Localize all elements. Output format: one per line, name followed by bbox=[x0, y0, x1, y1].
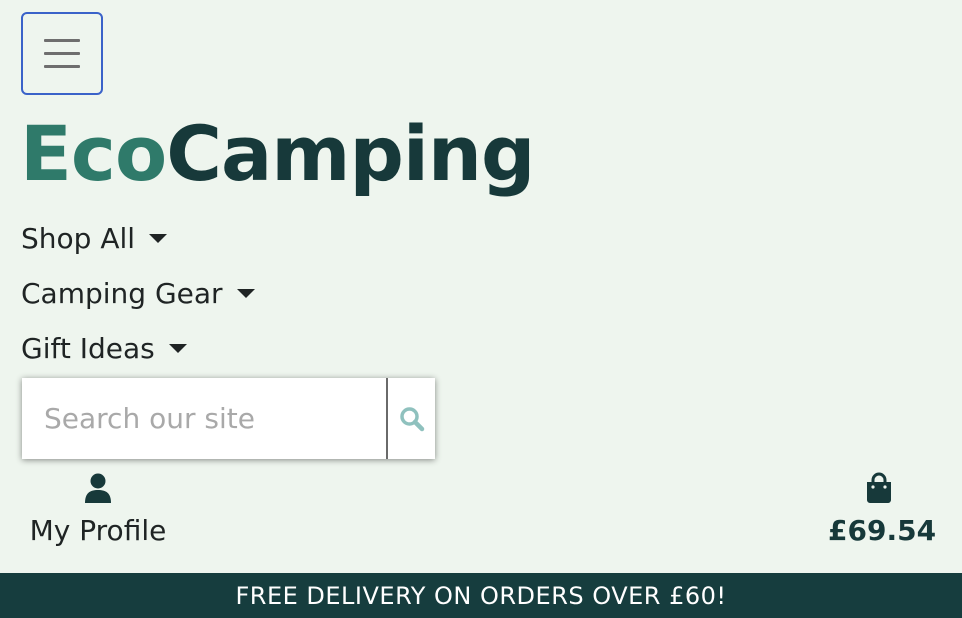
nav-item-shop-all[interactable]: Shop All bbox=[21, 222, 168, 255]
delivery-banner: FREE DELIVERY ON ORDERS OVER £60! bbox=[0, 573, 962, 618]
bag-total-amount: £69.54 bbox=[828, 514, 937, 547]
hamburger-icon-line bbox=[44, 52, 80, 55]
caret-down-icon bbox=[149, 234, 168, 243]
search-icon bbox=[399, 406, 424, 431]
nav-item-label: Camping Gear bbox=[21, 277, 223, 310]
nav-item-gift-ideas[interactable]: Gift Ideas bbox=[21, 332, 187, 365]
user-icon bbox=[85, 473, 111, 503]
navbar-toggler-button[interactable] bbox=[21, 12, 103, 95]
nav-item-label: Shop All bbox=[21, 222, 136, 255]
hamburger-icon-line bbox=[44, 39, 80, 42]
shopping-bag-icon bbox=[867, 472, 891, 503]
brand-logo-camping: Camping bbox=[166, 109, 535, 198]
caret-down-icon bbox=[168, 344, 187, 353]
search-form bbox=[22, 378, 435, 459]
caret-down-icon bbox=[236, 289, 255, 298]
hamburger-icon-line bbox=[44, 65, 80, 68]
shopping-bag-link[interactable]: £69.54 bbox=[828, 472, 937, 547]
search-button[interactable] bbox=[386, 378, 435, 459]
my-profile-label: My Profile bbox=[29, 514, 167, 547]
my-profile-link[interactable]: My Profile bbox=[27, 472, 169, 547]
brand-logo-link[interactable]: EcoCamping bbox=[20, 104, 535, 204]
delivery-banner-text: FREE DELIVERY ON ORDERS OVER £60! bbox=[235, 581, 727, 610]
search-input[interactable] bbox=[22, 378, 386, 459]
nav-item-camping-gear[interactable]: Camping Gear bbox=[21, 277, 255, 310]
brand-logo-eco: Eco bbox=[20, 109, 167, 198]
nav-item-label: Gift Ideas bbox=[21, 332, 155, 365]
